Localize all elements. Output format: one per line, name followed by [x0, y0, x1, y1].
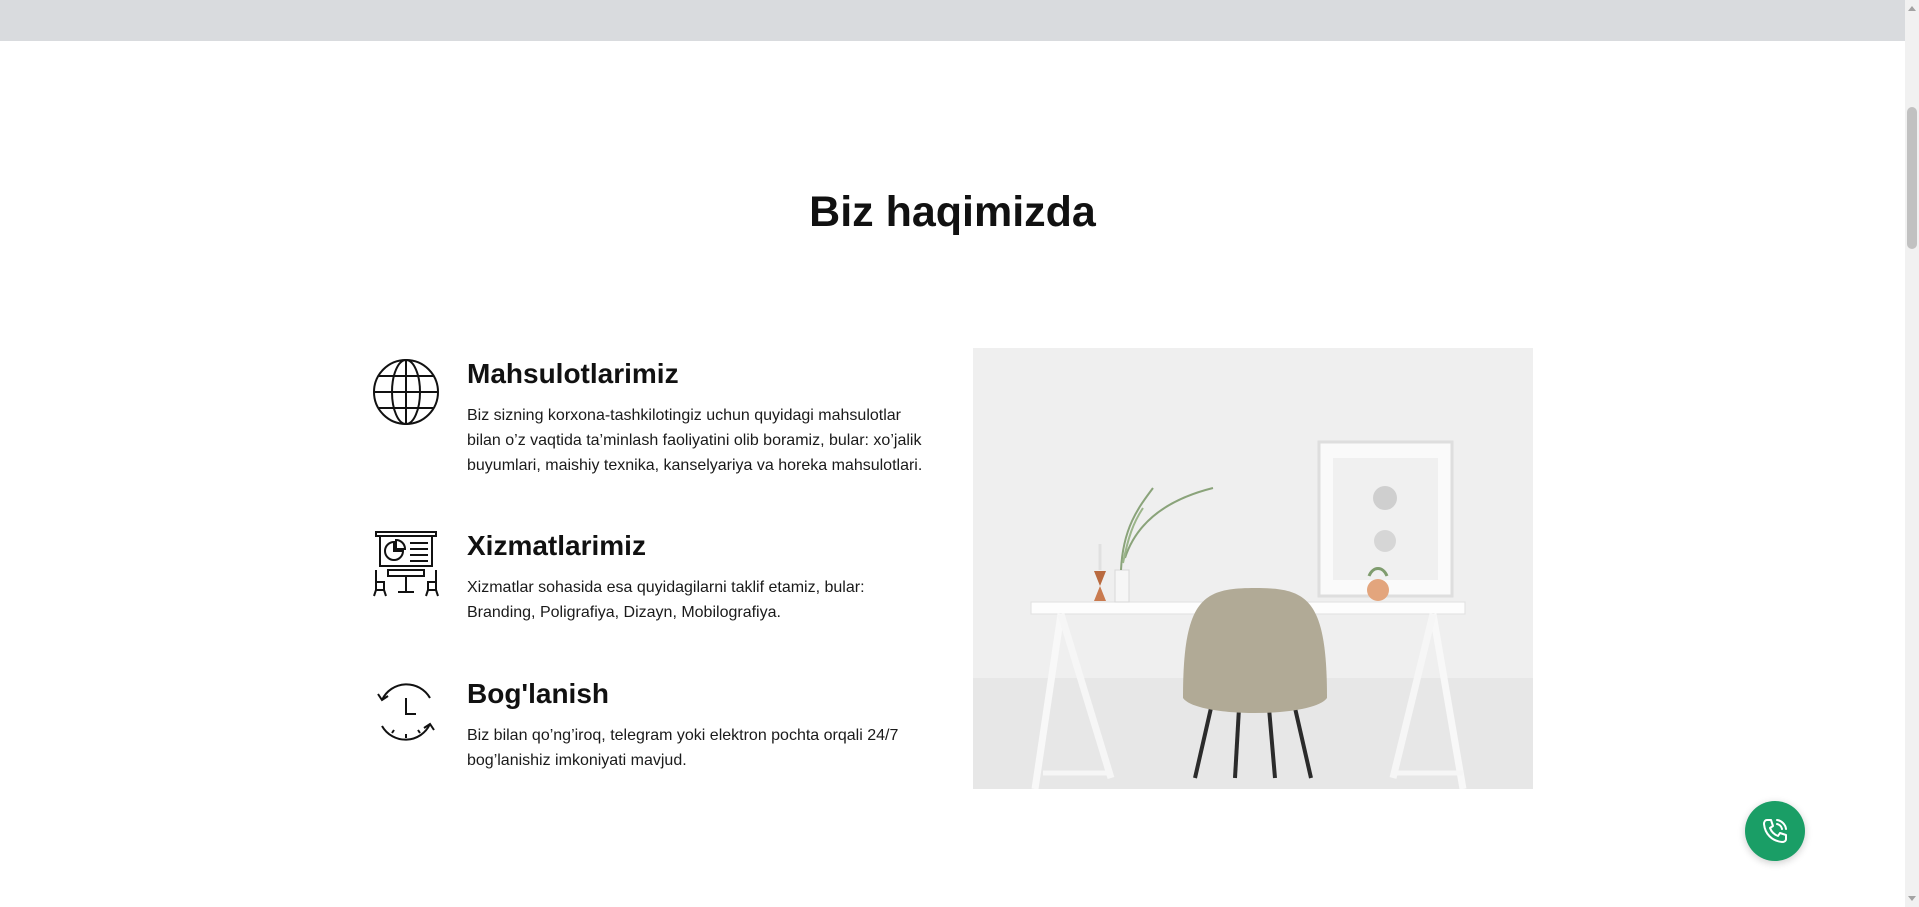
- feature-title: Bog'lanish: [467, 678, 609, 709]
- feature-text: Biz bilan qo’ng’iroq, telegram yoki elek…: [467, 727, 899, 769]
- feature-title: Mahsulotlarimiz: [467, 358, 679, 389]
- top-bar: [0, 0, 1905, 41]
- desk-chair-illustration: [973, 348, 1533, 789]
- scroll-up-arrow-icon[interactable]: [1908, 6, 1916, 11]
- presentation-board-icon: [373, 531, 439, 597]
- globe-icon: [373, 359, 439, 425]
- feature-text: Xizmatlar sohasida esa quyidagilarni tak…: [467, 579, 865, 621]
- scroll-down-arrow-icon[interactable]: [1908, 896, 1916, 901]
- page-scrollbar[interactable]: [1905, 0, 1919, 907]
- desk-chair-photo: [973, 348, 1533, 789]
- scroll-thumb[interactable]: [1907, 107, 1917, 249]
- section-title: Biz haqimizda: [809, 188, 1096, 236]
- phone-call-icon: [1763, 819, 1787, 843]
- feature-title: Xizmatlarimiz: [467, 530, 646, 561]
- feature-text: Biz sizning korxona-tashkilotingiz uchun…: [467, 407, 923, 474]
- clock-refresh-icon: [377, 683, 435, 741]
- call-button[interactable]: [1745, 801, 1805, 861]
